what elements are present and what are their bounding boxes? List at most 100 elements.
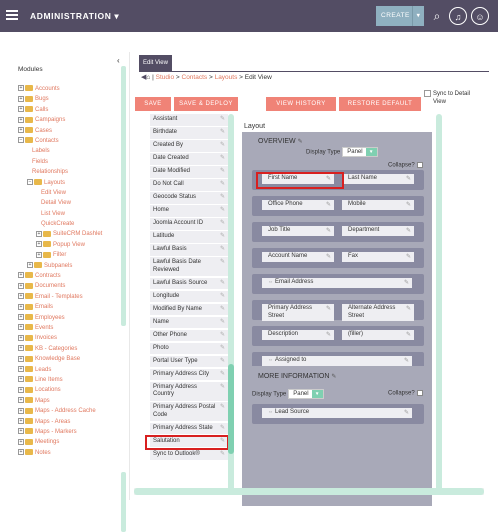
toolbox-field[interactable]: Primary Address State ✎ bbox=[150, 422, 228, 434]
layout-field-cell[interactable]: ⇔ Assigned to ✎ bbox=[262, 356, 412, 366]
pencil-icon[interactable]: ✎ bbox=[326, 228, 331, 236]
toolbox-field[interactable]: Longitude ✎ bbox=[150, 290, 228, 302]
pencil-icon[interactable]: ✎ bbox=[220, 129, 225, 137]
tree-item[interactable]: Fields bbox=[18, 157, 118, 167]
pencil-icon[interactable]: ✎ bbox=[220, 371, 225, 379]
layout-field-cell[interactable]: (filler) ✎ bbox=[342, 330, 414, 340]
merge-cell-icon[interactable]: ⇔ bbox=[268, 279, 273, 285]
tree-item[interactable]: + Knowledge Base bbox=[18, 354, 118, 364]
pencil-icon[interactable]: ✎ bbox=[406, 332, 411, 340]
pencil-icon[interactable]: ✎ bbox=[406, 228, 411, 236]
layout-field-cell[interactable]: Job Title ✎ bbox=[262, 226, 334, 236]
tree-item[interactable]: + Cases bbox=[18, 126, 118, 136]
horizontal-scrollbar[interactable] bbox=[134, 488, 484, 495]
pencil-icon[interactable]: ✎ bbox=[220, 384, 225, 392]
expand-icon[interactable]: + bbox=[18, 417, 24, 424]
pencil-icon[interactable]: ✎ bbox=[220, 345, 225, 353]
admin-menu-title[interactable]: ADMINISTRATION ▾ bbox=[30, 11, 119, 22]
toolbox-scrollbar-thumb[interactable] bbox=[228, 364, 234, 454]
tree-item[interactable]: + Maps - Address Cache bbox=[18, 406, 118, 416]
expand-icon[interactable]: + bbox=[18, 85, 24, 92]
pencil-icon[interactable]: ✎ bbox=[220, 306, 225, 314]
search-icon[interactable]: ⌕ bbox=[428, 7, 446, 25]
toolbox-field[interactable]: Assistant ✎ bbox=[150, 114, 228, 126]
pencil-icon[interactable]: ✎ bbox=[220, 358, 225, 366]
toolbox-field[interactable]: Portal User Type ✎ bbox=[150, 355, 228, 367]
tree-item[interactable]: Relationships bbox=[18, 167, 118, 177]
toolbox-field[interactable]: Joomla Account ID ✎ bbox=[150, 218, 228, 230]
expand-icon[interactable]: + bbox=[18, 116, 24, 123]
expand-icon[interactable]: + bbox=[18, 314, 24, 321]
pencil-icon[interactable]: ✎ bbox=[406, 176, 411, 184]
layout-scrollbar[interactable] bbox=[436, 114, 442, 494]
sidebar-scrollbar-lower[interactable] bbox=[121, 472, 126, 532]
expand-icon[interactable]: + bbox=[18, 407, 24, 414]
layout-field-cell[interactable]: Primary Address Street ✎ bbox=[262, 304, 334, 321]
pencil-icon[interactable]: ✎ bbox=[220, 425, 225, 433]
pencil-icon[interactable]: ✎ bbox=[220, 233, 225, 241]
tree-item[interactable]: + KB - Categories bbox=[18, 344, 118, 354]
pencil-icon[interactable]: ✎ bbox=[220, 168, 225, 176]
pencil-icon[interactable]: ✎ bbox=[404, 280, 409, 288]
restore-default-button[interactable]: RESTORE DEFAULT bbox=[339, 97, 421, 111]
expand-icon[interactable]: + bbox=[18, 95, 24, 102]
sync-checkbox[interactable] bbox=[424, 90, 431, 97]
expand-icon[interactable]: + bbox=[18, 397, 24, 404]
toolbox-field[interactable]: Lawful Basis Source ✎ bbox=[150, 277, 228, 289]
expand-icon[interactable]: + bbox=[18, 293, 24, 300]
toolbox-field[interactable]: Date Created ✎ bbox=[150, 153, 228, 165]
tree-item[interactable]: + Meetings bbox=[18, 437, 118, 447]
toolbox-field[interactable]: Name ✎ bbox=[150, 316, 228, 328]
tree-item[interactable]: + Notes bbox=[18, 448, 118, 458]
display-type-select[interactable]: Panel ▾ bbox=[288, 389, 324, 399]
hamburger-menu-icon[interactable] bbox=[6, 10, 18, 20]
merge-cell-icon[interactable]: ⇔ bbox=[268, 409, 273, 415]
pencil-icon[interactable]: ✎ bbox=[220, 246, 225, 254]
toolbox-field[interactable]: Home ✎ bbox=[150, 205, 228, 217]
pencil-icon[interactable]: ✎ bbox=[220, 207, 225, 215]
toolbox-field[interactable]: Photo ✎ bbox=[150, 342, 228, 354]
tree-item[interactable]: + Documents bbox=[18, 281, 118, 291]
pencil-icon[interactable]: ✎ bbox=[220, 332, 225, 340]
toolbox-field[interactable]: Do Not Call ✎ bbox=[150, 179, 228, 191]
create-dropdown-chevron-icon[interactable]: ▾ bbox=[412, 6, 424, 26]
pencil-icon[interactable]: ✎ bbox=[220, 280, 225, 288]
expand-icon[interactable]: + bbox=[18, 386, 24, 393]
tree-item[interactable]: + Accounts bbox=[18, 84, 118, 94]
tree-item[interactable]: + Popup View bbox=[18, 240, 118, 250]
layout-field-cell[interactable]: Description ✎ bbox=[262, 330, 334, 340]
tree-item[interactable]: Detail View bbox=[18, 198, 118, 208]
tree-item[interactable]: Edit View bbox=[18, 188, 118, 198]
pencil-icon[interactable]: ✎ bbox=[406, 202, 411, 210]
sync-to-detail-view[interactable]: Sync to Detail View bbox=[424, 90, 471, 106]
toolbox-field[interactable]: Lawful Basis ✎ bbox=[150, 244, 228, 256]
pencil-icon[interactable]: ✎ bbox=[404, 358, 409, 366]
tree-item[interactable]: + Filter bbox=[18, 250, 118, 260]
tree-item[interactable]: + Emails bbox=[18, 302, 118, 312]
layout-field-cell[interactable]: Account Name ✎ bbox=[262, 252, 334, 262]
toolbox-field[interactable]: Geocode Status ✎ bbox=[150, 192, 228, 204]
tree-item[interactable]: + Email - Templates bbox=[18, 292, 118, 302]
tree-item[interactable]: + Maps - Areas bbox=[18, 417, 118, 427]
display-type-select[interactable]: Panel ▾ bbox=[342, 147, 378, 157]
tab-edit-view[interactable]: Edit View bbox=[139, 55, 172, 71]
pencil-icon[interactable]: ✎ bbox=[220, 220, 225, 228]
save-button[interactable]: SAVE bbox=[135, 97, 171, 111]
pencil-icon[interactable]: ✎ bbox=[326, 332, 331, 340]
expand-icon[interactable]: + bbox=[36, 230, 42, 237]
tree-item[interactable]: + Maps bbox=[18, 396, 118, 406]
notifications-bell-icon[interactable]: ♫ bbox=[449, 7, 467, 25]
expand-icon[interactable]: + bbox=[18, 428, 24, 435]
expand-icon[interactable]: + bbox=[18, 334, 24, 341]
collapse-sidebar-icon[interactable]: ‹ bbox=[117, 56, 120, 65]
tree-item[interactable]: List View bbox=[18, 209, 118, 219]
pencil-icon[interactable]: ✎ bbox=[220, 319, 225, 327]
view-history-button[interactable]: VIEW HISTORY bbox=[266, 97, 336, 111]
layout-field-cell[interactable]: Alternate Address Street ✎ bbox=[342, 304, 414, 321]
sidebar-scrollbar[interactable] bbox=[121, 66, 126, 326]
toolbox-field[interactable]: Birthdate ✎ bbox=[150, 127, 228, 139]
layout-field-cell[interactable]: Department ✎ bbox=[342, 226, 414, 236]
expand-icon[interactable]: + bbox=[18, 449, 24, 456]
home-icon[interactable]: ⌂ bbox=[146, 74, 150, 81]
tree-item[interactable]: + Calls bbox=[18, 105, 118, 115]
